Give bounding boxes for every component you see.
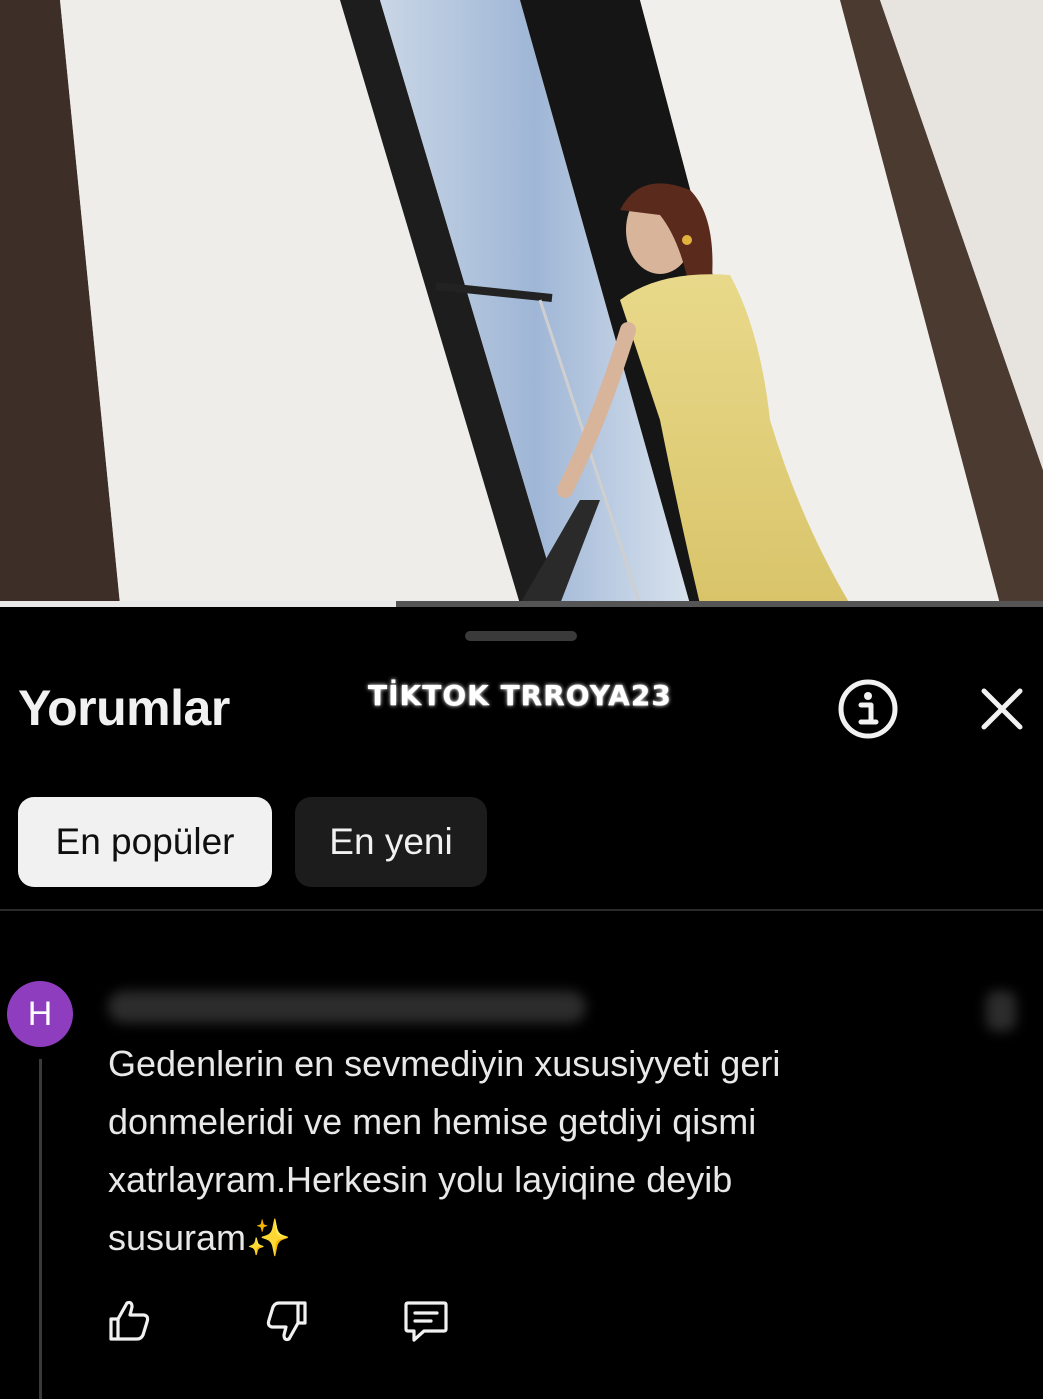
sort-chip-newest[interactable]: En yeni: [295, 797, 487, 887]
thumbs-down-icon: [266, 1301, 307, 1342]
avatar[interactable]: H: [7, 981, 73, 1047]
close-icon: [981, 688, 1023, 730]
drag-handle[interactable]: [465, 631, 577, 641]
avatar-letter: H: [27, 994, 53, 1033]
thread-line: [39, 1059, 42, 1399]
reply-icon: [404, 1301, 448, 1342]
sort-chip-popular[interactable]: En popüler: [18, 797, 272, 887]
thumbs-up-icon: [109, 1300, 150, 1341]
info-icon: [838, 679, 898, 739]
comment-body: Gedenlerin en sevmediyin xususiyyeti ger…: [108, 1043, 781, 1258]
like-button[interactable]: [106, 1297, 154, 1345]
video-player[interactable]: [0, 0, 1043, 604]
comments-sheet: Yorumlar TİKTOK TRROYA23 En popüler En y…: [0, 607, 1043, 1399]
comment-text: Gedenlerin en sevmediyin xususiyyeti ger…: [108, 1035, 868, 1267]
info-button[interactable]: [836, 677, 900, 741]
video-frame: [0, 0, 1043, 604]
dislike-button[interactable]: [262, 1297, 310, 1345]
sparkles-emoji: ✨: [246, 1217, 291, 1258]
comment-menu-button[interactable]: [986, 991, 1016, 1031]
comments-title: Yorumlar: [18, 680, 230, 736]
close-button[interactable]: [972, 679, 1032, 739]
reply-button[interactable]: [402, 1297, 450, 1345]
divider: [0, 909, 1043, 911]
watermark-text: TİKTOK TRROYA23: [368, 679, 672, 712]
author-name-blurred: [108, 991, 586, 1023]
